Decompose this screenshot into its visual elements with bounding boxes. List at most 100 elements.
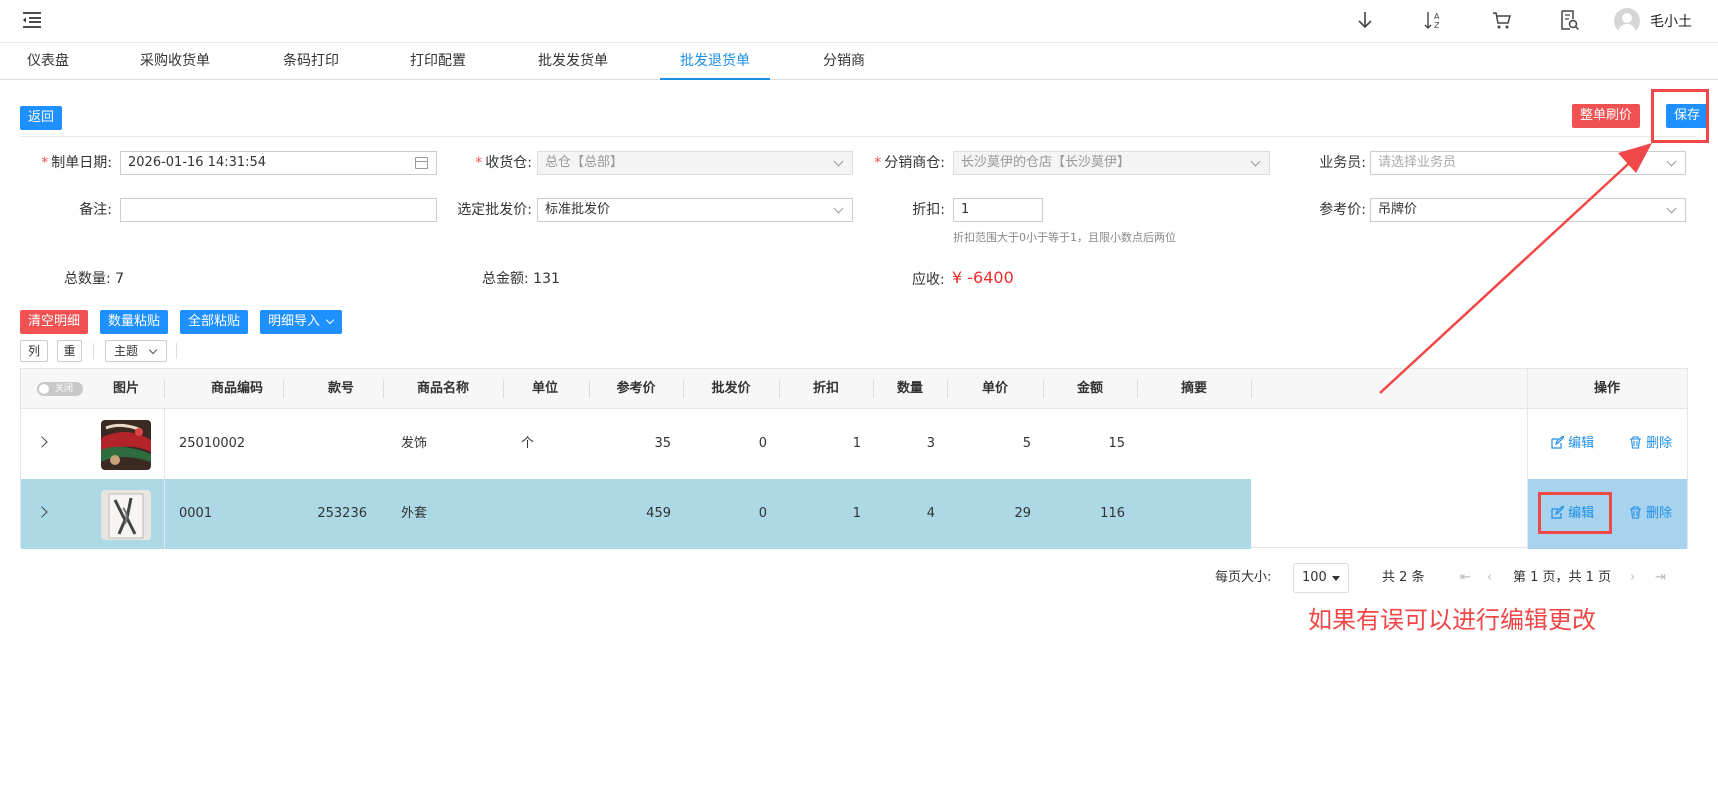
expand-toggle[interactable]: 关闭 [37,382,83,396]
table-row[interactable]: 25010002 发饰 个 35 0 1 3 5 15 编辑 删除 [21,409,1687,479]
discount-label: 折扣: [912,202,945,218]
avatar [1614,8,1640,34]
all-paste-button[interactable]: 全部粘贴 [180,310,249,334]
delete-button[interactable]: 删除 [1629,479,1672,549]
chevron-down-icon [1250,156,1261,167]
reset-button[interactable]: 重 [57,340,82,362]
tab-wholesale-return[interactable]: 批发退货单 [660,43,770,80]
date-input[interactable]: 2026-01-16 14:31:54 [120,151,437,175]
cell-discount: 1 [852,506,861,521]
cell-unit-price: 5 [1022,436,1031,451]
cell-unit-price: 29 [1014,506,1031,521]
trash-icon [1630,506,1641,519]
theme-select[interactable]: 主题 [105,340,167,362]
price-type-select[interactable]: 标准批发价 [537,198,853,222]
cell-ref-price: 459 [646,506,671,521]
cell-discount: 1 [852,436,861,451]
cell-ref-price: 35 [654,436,671,451]
cell-code: 0001 [179,506,213,521]
cart-icon[interactable] [1491,9,1513,31]
col-memo[interactable]: 摘要 [1137,369,1251,409]
col-qty[interactable]: 数量 [873,369,947,409]
annotation-text: 如果有误可以进行编辑更改 [1308,606,1596,634]
date-label: * 制单日期: [41,155,112,171]
clear-detail-button[interactable]: 清空明细 [20,310,89,334]
ref-price-label: 参考价: [1319,202,1366,218]
chevron-down-icon [833,203,844,214]
report-search-icon[interactable] [1558,9,1580,31]
cell-amount: 116 [1100,506,1125,521]
user-menu[interactable]: 毛小土 [1614,8,1692,34]
tab-bar: 仪表盘 采购收货单 条码打印 打印配置 批发发货单 批发退货单 分销商 [0,42,1718,80]
menu-toggle-icon[interactable] [20,8,44,32]
chevron-down-icon [325,315,335,325]
col-wholesale[interactable]: 批发价 [683,369,779,409]
price-type-label: 选定批发价: [457,202,532,218]
edit-button[interactable]: 编辑 [1551,409,1594,479]
remark-label: 备注: [79,202,112,218]
cell-name: 发饰 [401,436,428,451]
cell-style: 253236 [317,506,367,521]
tab-distributor[interactable]: 分销商 [822,43,866,80]
col-ref-price[interactable]: 参考价 [589,369,683,409]
svg-text:Z: Z [1434,21,1440,30]
warehouse-select[interactable]: 总仓【总部】 [537,151,853,175]
cell-wholesale: 0 [758,506,767,521]
chevron-down-icon [1666,203,1677,214]
cell-qty: 4 [926,506,935,521]
trash-icon [1630,436,1641,449]
page-size-select[interactable]: 100 [1293,563,1349,593]
user-name: 毛小土 [1650,14,1692,30]
tab-print-config[interactable]: 打印配置 [409,43,467,80]
col-unit[interactable]: 单位 [503,369,587,409]
chevron-right-icon[interactable] [36,436,48,448]
edit-highlight-box [1538,492,1612,534]
chevron-down-icon [833,156,844,167]
download-icon[interactable] [1354,9,1376,31]
import-detail-button[interactable]: 明细导入 [260,310,343,334]
next-page-icon[interactable]: › [1630,563,1635,593]
columns-button[interactable]: 列 [20,340,48,362]
tab-wholesale-delivery[interactable]: 批发发货单 [537,43,609,80]
tab-barcode-print[interactable]: 条码打印 [282,43,340,80]
first-page-icon[interactable]: ⇤ [1460,563,1471,593]
cell-qty: 3 [926,436,935,451]
prev-page-icon[interactable]: ‹ [1487,563,1492,593]
separator [93,343,94,359]
distributor-select[interactable]: 长沙莫伊的仓店【长沙莫伊】 [953,151,1270,175]
caret-down-icon [1332,576,1340,581]
col-unit-price[interactable]: 单价 [947,369,1043,409]
cell-wholesale: 0 [758,436,767,451]
col-style[interactable]: 款号 [291,369,391,409]
total-count: 共 2 条 [1382,570,1425,585]
page-size-label: 每页大小: [1215,570,1272,585]
table-row[interactable]: 0001 253236 外套 459 0 1 4 29 116 编辑 删除 [21,479,1687,549]
svg-text:A: A [1434,12,1440,21]
back-button[interactable]: 返回 [20,106,63,130]
salesperson-label: 业务员: [1319,155,1366,171]
discount-input[interactable]: 1 [953,198,1043,222]
tab-dashboard[interactable]: 仪表盘 [26,43,70,80]
remark-input[interactable] [120,198,437,222]
top-bar: A Z 毛小土 [0,0,1718,42]
discount-hint: 折扣范围大于0小于等于1，且限小数点后两位 [953,231,1176,244]
product-image [101,490,151,540]
chevron-down-icon [1666,156,1677,167]
chevron-down-icon [148,345,158,355]
col-amount[interactable]: 金额 [1043,369,1137,409]
cell-style [291,409,383,479]
col-name[interactable]: 商品名称 [383,369,503,409]
tab-purchase-receipt[interactable]: 采购收货单 [139,43,211,80]
last-page-icon[interactable]: ⇥ [1655,563,1666,593]
total-amount: 总金额: 131 [482,271,560,287]
annotation-arrow [1379,143,1652,394]
reprice-button[interactable]: 整单刷价 [1572,104,1641,128]
sort-az-icon[interactable]: A Z [1422,9,1444,31]
delete-button[interactable]: 删除 [1629,409,1672,479]
qty-paste-button[interactable]: 数量粘贴 [100,310,169,334]
separator [176,343,177,359]
col-discount[interactable]: 折扣 [779,369,873,409]
cell-unit: 个 [521,436,535,451]
detail-table: 关闭 图片 商品编码 款号 商品名称 单位 参考价 批发价 折扣 数量 单价 金… [20,368,1688,549]
col-image[interactable]: 图片 [101,369,151,409]
